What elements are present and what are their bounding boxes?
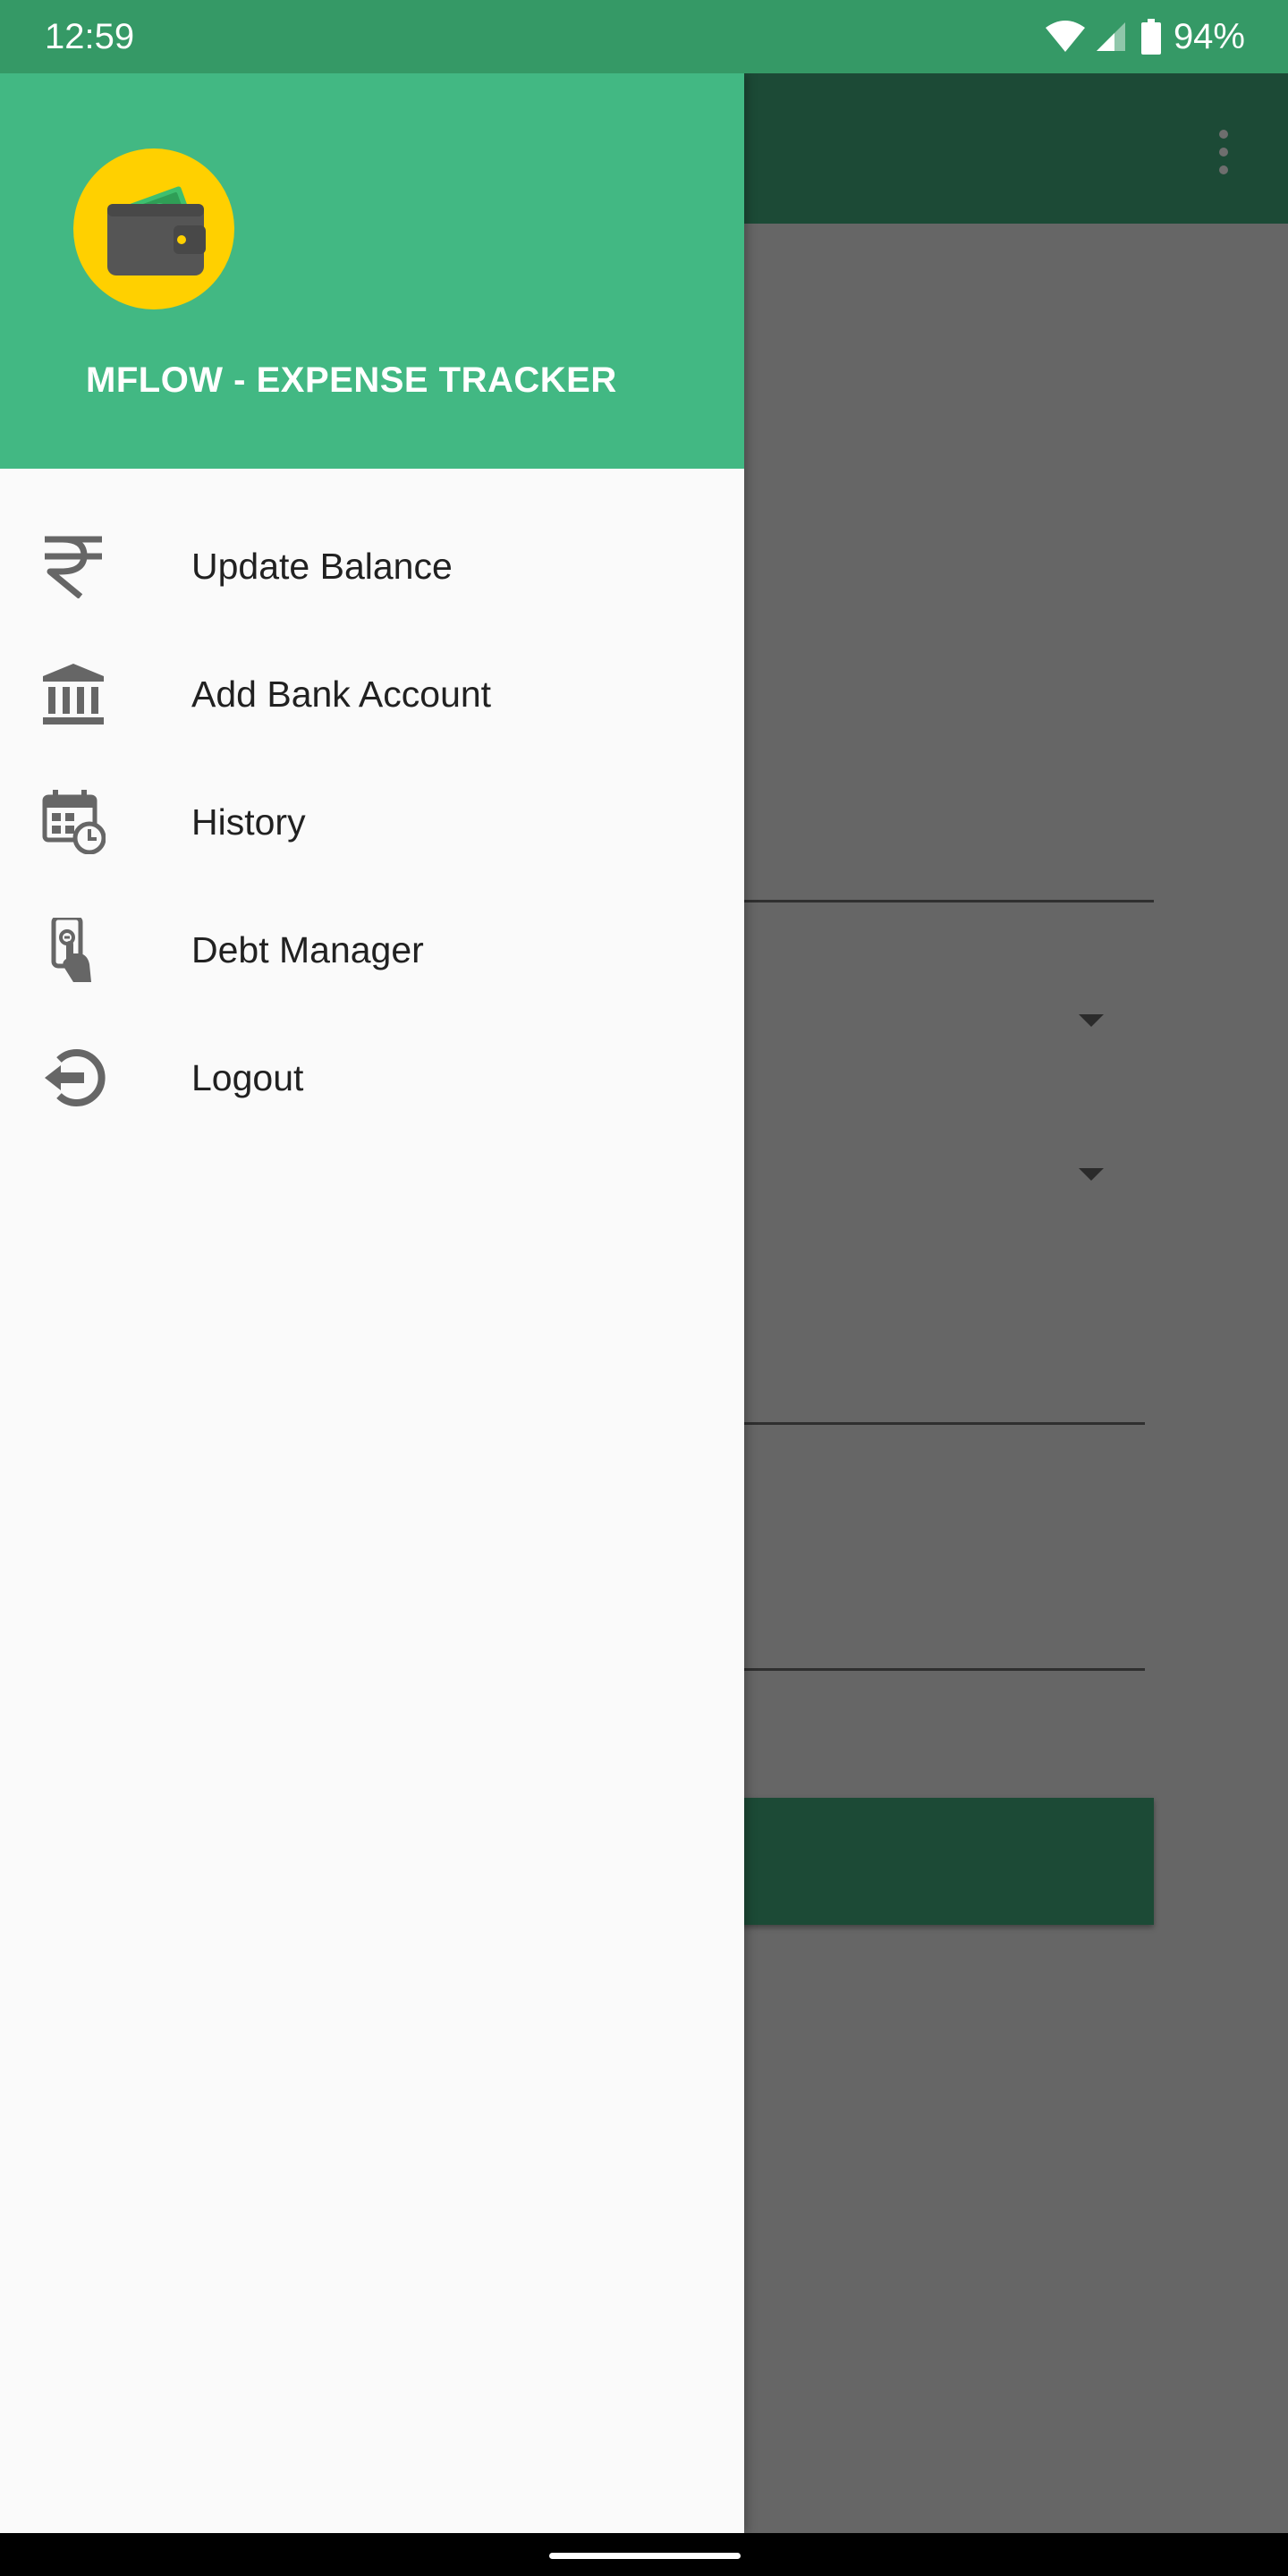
logout-icon	[41, 1046, 106, 1110]
menu-item-history[interactable]: History	[0, 758, 744, 886]
menu-item-label: Update Balance	[191, 546, 453, 587]
app-title: MFLOW - EXPENSE TRACKER	[86, 360, 617, 400]
menu-item-add-bank-account[interactable]: Add Bank Account	[0, 630, 744, 758]
menu-item-label: Logout	[191, 1057, 304, 1098]
hand-phone-money-icon	[41, 918, 106, 982]
home-indicator[interactable]	[549, 2553, 741, 2559]
status-time: 12:59	[45, 17, 135, 56]
status-bar: 12:59 94%	[0, 0, 1288, 73]
menu-item-update-balance[interactable]: Update Balance	[0, 502, 744, 630]
app-logo	[73, 148, 234, 309]
menu-item-debt-manager[interactable]: Debt Manager	[0, 886, 744, 1013]
wifi-icon	[1045, 21, 1086, 53]
battery-percent: 94%	[1173, 17, 1245, 56]
calendar-clock-icon	[41, 790, 106, 854]
text-field-underline[interactable]	[733, 1668, 1145, 1671]
battery-icon	[1140, 19, 1161, 55]
menu-item-label: Add Bank Account	[191, 674, 492, 715]
menu-item-logout[interactable]: Logout	[0, 1013, 744, 1141]
rupee-icon	[41, 534, 106, 598]
dropdown-arrow-icon[interactable]	[1079, 1014, 1104, 1027]
bank-icon	[41, 662, 106, 726]
text-field-underline[interactable]	[733, 1422, 1145, 1425]
menu-item-label: Debt Manager	[191, 929, 424, 970]
system-navigation-bar	[0, 2533, 1288, 2576]
drawer-header: MFLOW - EXPENSE TRACKER	[0, 73, 744, 469]
more-vert-icon[interactable]	[1215, 125, 1233, 179]
menu-item-label: History	[191, 801, 306, 843]
text-field-underline[interactable]	[733, 900, 1154, 902]
status-icons: 94%	[1045, 14, 1245, 59]
navigation-drawer: MFLOW - EXPENSE TRACKER Update Balance A…	[0, 73, 744, 2533]
submit-button[interactable]	[733, 1798, 1154, 1925]
cellular-signal-icon	[1095, 21, 1127, 53]
dropdown-arrow-icon[interactable]	[1079, 1168, 1104, 1181]
